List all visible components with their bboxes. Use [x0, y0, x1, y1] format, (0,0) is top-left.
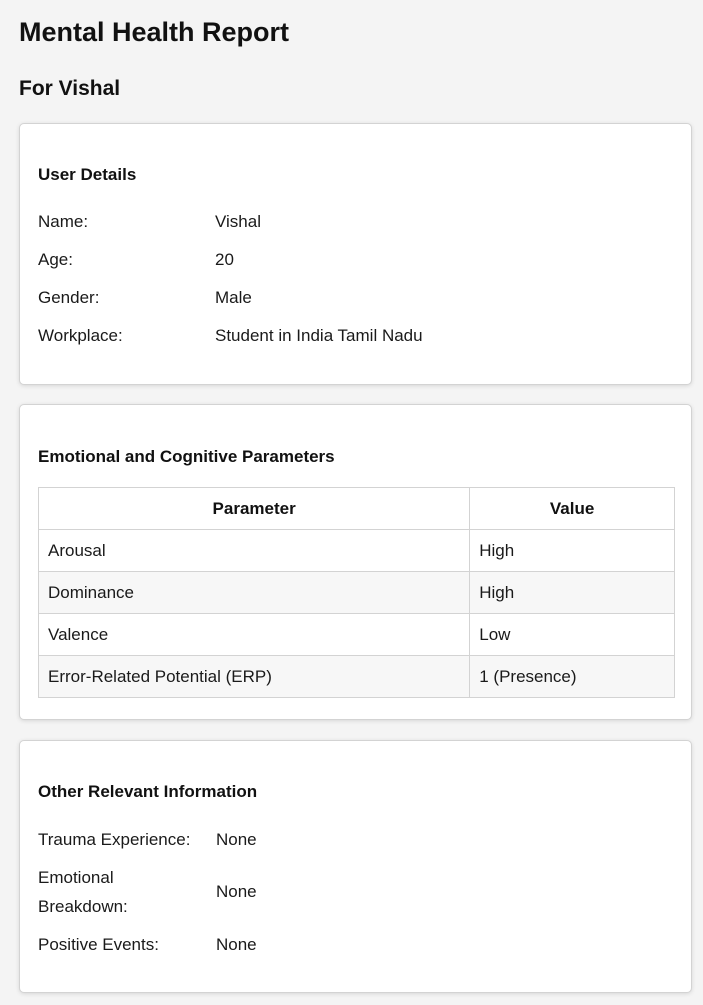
parameter-cell: Dominance [37, 571, 471, 614]
user-details-heading: User Details [38, 165, 137, 184]
parameters-card: Emotional and Cognitive Parameters Param… [19, 404, 692, 720]
detail-row-emotional-breakdown: Emotional Breakdown: None [38, 863, 658, 921]
parameters-heading: Emotional and Cognitive Parameters [38, 447, 335, 466]
detail-label-line: Breakdown: [38, 897, 128, 916]
table-row: Error-Related Potential (ERP) 1 (Presenc… [37, 655, 675, 698]
value-cell: High [469, 529, 675, 572]
value-cell: 1 (Presence) [469, 655, 675, 698]
detail-value: None [216, 830, 257, 849]
other-info-card: Other Relevant Information Trauma Experi… [19, 740, 692, 993]
detail-value: None [216, 935, 257, 954]
table-row: Dominance High [37, 571, 675, 614]
parameter-cell: Valence [37, 613, 471, 656]
detail-label: Positive Events: [38, 935, 159, 954]
detail-label: Name: [38, 212, 89, 231]
table-row: Arousal High [37, 529, 675, 572]
value-cell: High [469, 571, 675, 614]
column-header-value: Value [469, 487, 675, 530]
detail-value: None [216, 882, 257, 901]
parameter-cell: Arousal [37, 529, 471, 572]
user-details-card: User Details Name: Vishal Age: 20 Gender… [19, 123, 692, 385]
detail-value: Student in India Tamil Nadu [215, 326, 423, 345]
value-cell: Low [469, 613, 675, 656]
table-row: Valence Low [37, 613, 675, 656]
detail-value: Male [215, 288, 252, 307]
detail-label: Emotional Breakdown: [38, 863, 128, 921]
detail-label: Gender: [38, 288, 100, 307]
column-header-parameter: Parameter [37, 487, 471, 530]
detail-label: Age: [38, 250, 73, 269]
detail-label: Workplace: [38, 326, 123, 345]
page-title: Mental Health Report [19, 17, 290, 47]
other-info-heading: Other Relevant Information [38, 782, 258, 801]
detail-value: 20 [215, 250, 234, 269]
detail-value: Vishal [215, 212, 261, 231]
detail-label-line: Emotional [38, 868, 114, 887]
detail-label: Trauma Experience: [38, 830, 191, 849]
report-subtitle: For Vishal [19, 77, 121, 100]
parameters-table: Parameter Value Arousal High Dominance H… [37, 487, 675, 698]
parameter-cell: Error-Related Potential (ERP) [37, 655, 471, 698]
table-header-row: Parameter Value [37, 487, 675, 530]
